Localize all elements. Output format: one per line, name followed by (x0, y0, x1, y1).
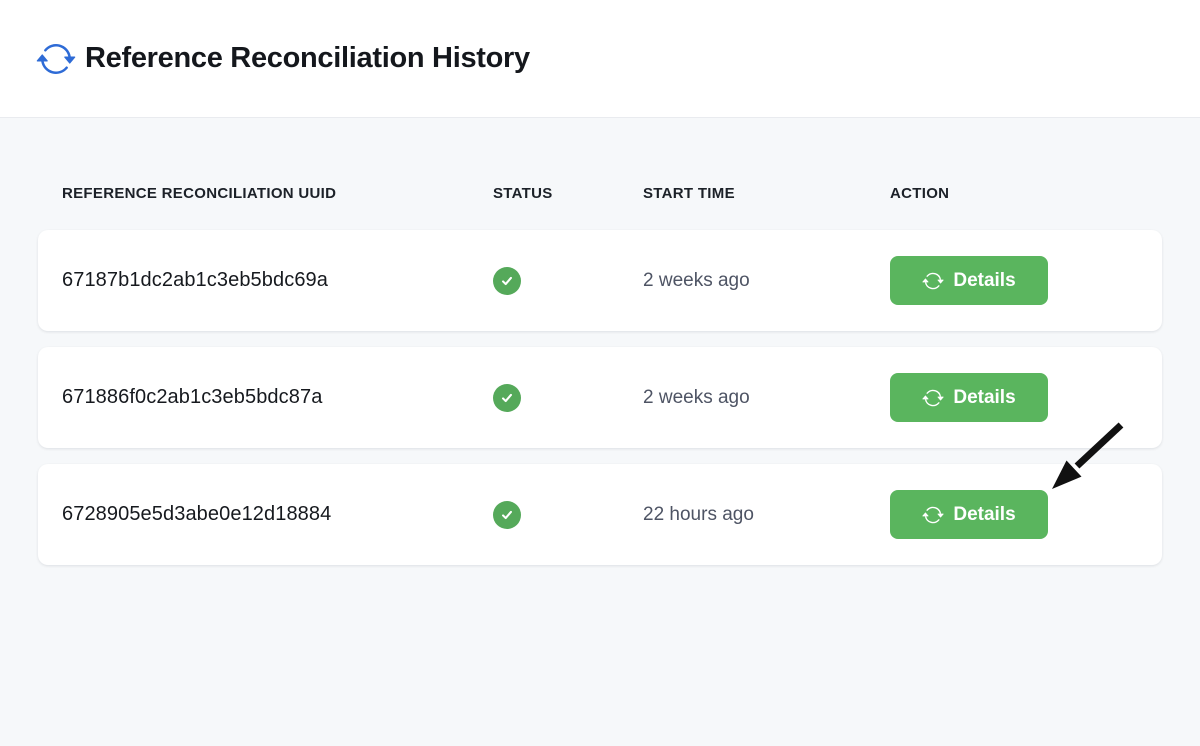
history-table: Reference Reconciliation UUID Status Sta… (0, 118, 1200, 565)
status-success-badge (493, 384, 521, 412)
start-time: 2 weeks ago (643, 270, 890, 292)
table-row: 67187b1dc2ab1c3eb5bdc69a 2 weeks ago Det… (38, 230, 1162, 331)
column-header-start-time: Start Time (643, 185, 890, 202)
table-row: 671886f0c2ab1c3eb5bdc87a 2 weeks ago Det… (38, 347, 1162, 448)
start-time: 22 hours ago (643, 504, 890, 526)
page-header: Reference Reconciliation History (0, 0, 1200, 118)
check-icon (500, 274, 514, 288)
start-time: 2 weeks ago (643, 387, 890, 409)
check-icon (500, 391, 514, 405)
column-header-action: Action (890, 185, 1162, 202)
page-title: Reference Reconciliation History (85, 42, 530, 75)
details-button-label: Details (953, 270, 1015, 292)
refresh-icon (922, 504, 944, 526)
details-button-label: Details (953, 504, 1015, 526)
column-header-uuid: Reference Reconciliation UUID (62, 185, 493, 202)
reconciliation-uuid: 671886f0c2ab1c3eb5bdc87a (62, 386, 493, 409)
details-button-label: Details (953, 387, 1015, 409)
table-header-row: Reference Reconciliation UUID Status Sta… (38, 185, 1162, 202)
refresh-icon (922, 270, 944, 292)
column-header-status: Status (493, 185, 643, 202)
details-button[interactable]: Details (890, 490, 1048, 539)
table-body: 67187b1dc2ab1c3eb5bdc69a 2 weeks ago Det… (38, 230, 1162, 565)
reconciliation-uuid: 67187b1dc2ab1c3eb5bdc69a (62, 269, 493, 292)
refresh-icon (922, 387, 944, 409)
status-success-badge (493, 501, 521, 529)
status-success-badge (493, 267, 521, 295)
details-button[interactable]: Details (890, 256, 1048, 305)
check-icon (500, 508, 514, 522)
table-row: 6728905e5d3abe0e12d18884 22 hours ago De… (38, 464, 1162, 565)
refresh-icon (36, 39, 76, 79)
reconciliation-uuid: 6728905e5d3abe0e12d18884 (62, 503, 493, 526)
details-button[interactable]: Details (890, 373, 1048, 422)
